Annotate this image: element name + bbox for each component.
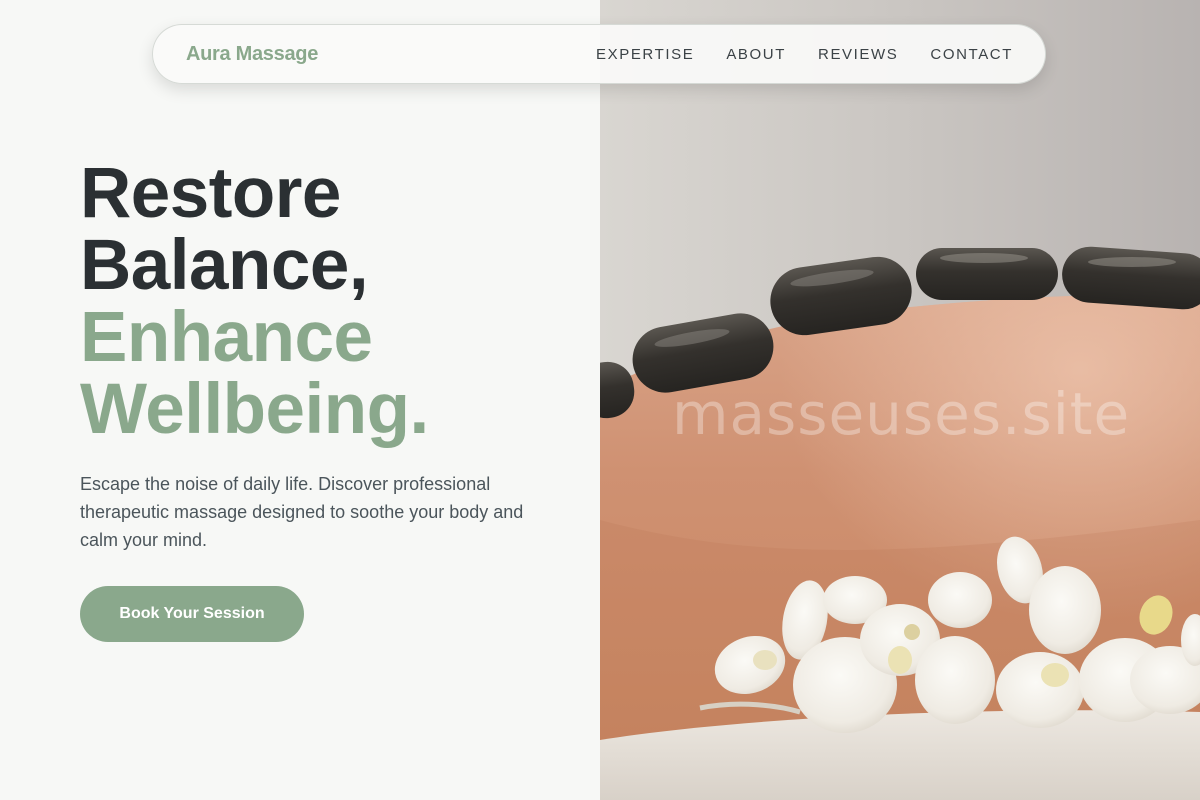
- top-navbar: Aura Massage EXPERTISE ABOUT REVIEWS CON…: [152, 24, 1046, 84]
- headline-line-restore: Restore: [80, 154, 341, 233]
- brand-logo[interactable]: Aura Massage: [186, 43, 318, 66]
- nav-link-contact[interactable]: CONTACT: [930, 46, 1013, 63]
- watermark-text: masseuses.site: [672, 380, 1131, 448]
- headline-line-wellbeing: Wellbeing.: [80, 370, 429, 449]
- hero-headline: Restore Balance, Enhance Wellbeing.: [80, 158, 429, 446]
- headline-line-balance: Balance,: [80, 226, 369, 305]
- hero-description: Escape the noise of daily life. Discover…: [80, 474, 524, 550]
- nav-link-about[interactable]: ABOUT: [726, 46, 786, 63]
- nav-links: EXPERTISE ABOUT REVIEWS CONTACT: [596, 46, 1013, 63]
- book-session-button[interactable]: Book Your Session: [80, 586, 304, 642]
- landing-page: masseuses.site Aura Massage EXPERTISE AB…: [0, 0, 1200, 800]
- nav-link-reviews[interactable]: REVIEWS: [818, 46, 898, 63]
- hero-image: masseuses.site: [600, 0, 1200, 800]
- headline-line-enhance: Enhance: [80, 298, 373, 377]
- nav-link-expertise[interactable]: EXPERTISE: [596, 46, 694, 63]
